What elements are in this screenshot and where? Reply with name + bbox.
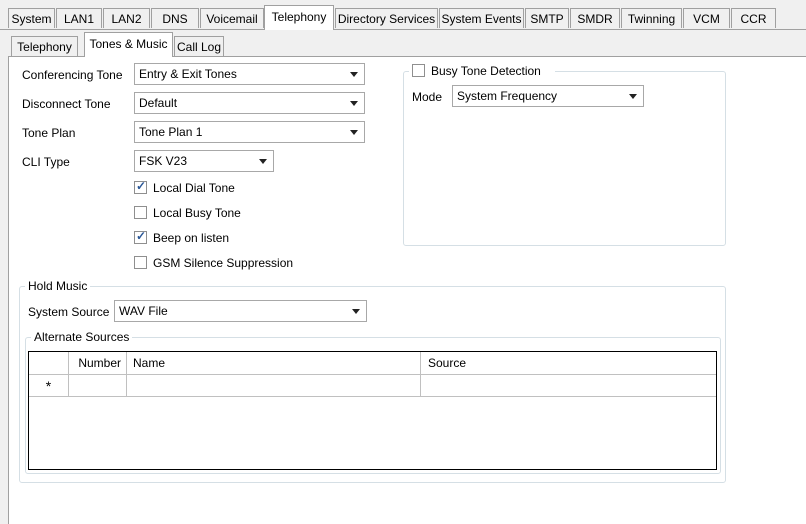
- column-header-number[interactable]: Number: [69, 352, 127, 375]
- new-row-name-cell[interactable]: [127, 375, 421, 397]
- checkmark-icon: ✓: [136, 179, 147, 193]
- chevron-down-icon: [350, 130, 358, 135]
- chevron-down-icon: [350, 101, 358, 106]
- beep-on-listen-label: Beep on listen: [153, 231, 230, 245]
- tab-telephony[interactable]: Telephony: [264, 5, 334, 30]
- new-row-number-cell[interactable]: [69, 375, 127, 397]
- system-source-value: WAV File: [119, 304, 168, 318]
- tab-smdr[interactable]: SMDR: [570, 8, 620, 28]
- tone-plan-label: Tone Plan: [22, 126, 76, 140]
- busy-tone-detection-label: Busy Tone Detection: [431, 64, 541, 78]
- busy-tone-detection-checkbox[interactable]: [412, 64, 425, 77]
- tab-voicemail[interactable]: Voicemail: [200, 8, 264, 28]
- column-header-source[interactable]: Source: [421, 352, 716, 375]
- tab-dns[interactable]: DNS: [151, 8, 199, 28]
- gsm-silence-checkbox[interactable]: [134, 256, 147, 269]
- mode-select[interactable]: System Frequency: [452, 85, 644, 107]
- beep-on-listen-checkbox[interactable]: ✓: [134, 229, 147, 244]
- cli-type-value: FSK V23: [139, 154, 188, 168]
- chevron-down-icon: [259, 159, 267, 164]
- checkmark-icon: ✓: [136, 229, 147, 243]
- chevron-down-icon: [629, 94, 637, 99]
- chevron-down-icon: [350, 72, 358, 77]
- tab-lan2[interactable]: LAN2: [103, 8, 150, 28]
- system-source-label: System Source: [28, 305, 110, 319]
- tab-ccr[interactable]: CCR: [731, 8, 776, 28]
- busy-tone-group-header: Busy Tone Detection: [409, 63, 555, 79]
- cli-type-select[interactable]: FSK V23: [134, 150, 274, 172]
- mode-label: Mode: [412, 90, 443, 104]
- conferencing-tone-label: Conferencing Tone: [22, 68, 123, 82]
- tab-lan1[interactable]: LAN1: [56, 8, 102, 28]
- subtab-call-log[interactable]: Call Log: [174, 36, 224, 56]
- local-busy-tone-checkbox[interactable]: [134, 206, 147, 219]
- hold-music-title: Hold Music: [25, 279, 91, 293]
- tab-twinning[interactable]: Twinning: [621, 8, 682, 28]
- disconnect-tone-select[interactable]: Default: [134, 92, 365, 114]
- cli-type-label: CLI Type: [22, 155, 70, 169]
- subtab-tones-music[interactable]: Tones & Music: [84, 32, 173, 57]
- tab-directory-services[interactable]: Directory Services: [335, 8, 438, 28]
- system-source-select[interactable]: WAV File: [114, 300, 367, 322]
- grid-corner-cell: [29, 352, 69, 375]
- mode-value: System Frequency: [457, 89, 558, 103]
- tab-bar-divider: [0, 29, 806, 30]
- disconnect-tone-label: Disconnect Tone: [22, 97, 111, 111]
- tone-plan-select[interactable]: Tone Plan 1: [134, 121, 365, 143]
- alternate-sources-grid[interactable]: Number Name Source *: [28, 351, 717, 470]
- tab-smtp[interactable]: SMTP: [525, 8, 569, 28]
- tab-vcm[interactable]: VCM: [683, 8, 730, 28]
- local-busy-tone-label: Local Busy Tone: [153, 206, 241, 220]
- new-row-marker: *: [29, 375, 69, 397]
- tab-system-events[interactable]: System Events: [439, 8, 524, 28]
- conferencing-tone-select[interactable]: Entry & Exit Tones: [134, 63, 365, 85]
- tab-system[interactable]: System: [8, 8, 55, 28]
- local-dial-tone-checkbox[interactable]: ✓: [134, 179, 147, 194]
- column-header-name[interactable]: Name: [127, 352, 421, 375]
- local-dial-tone-label: Local Dial Tone: [153, 181, 235, 195]
- tone-plan-value: Tone Plan 1: [139, 125, 203, 139]
- chevron-down-icon: [352, 309, 360, 314]
- conferencing-tone-value: Entry & Exit Tones: [139, 67, 237, 81]
- alternate-sources-title: Alternate Sources: [31, 330, 133, 344]
- main-tab-bar: System LAN1 LAN2 DNS Voicemail Telephony…: [0, 0, 806, 30]
- subtab-telephony[interactable]: Telephony: [11, 36, 78, 56]
- disconnect-tone-value: Default: [139, 96, 178, 110]
- new-row-source-cell[interactable]: [421, 375, 716, 397]
- gsm-silence-label: GSM Silence Suppression: [153, 256, 294, 270]
